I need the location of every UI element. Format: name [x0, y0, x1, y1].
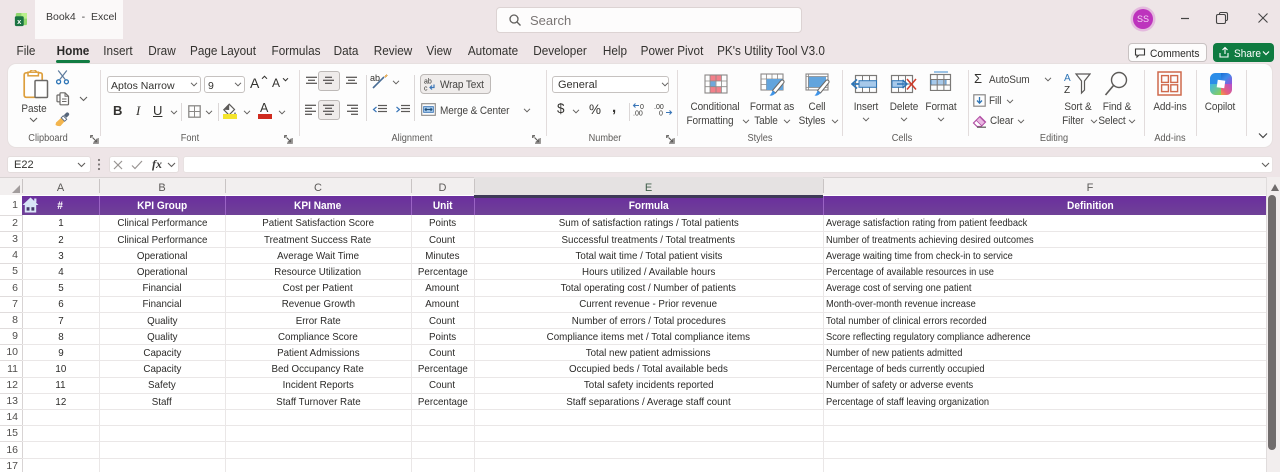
svg-text:.00: .00 — [633, 111, 643, 117]
svg-text:0: 0 — [659, 111, 663, 117]
svg-text:A: A — [1064, 73, 1071, 84]
svg-text:ab: ab — [424, 79, 432, 86]
svg-text:c: c — [424, 86, 428, 92]
svg-text:Z: Z — [1064, 85, 1070, 96]
